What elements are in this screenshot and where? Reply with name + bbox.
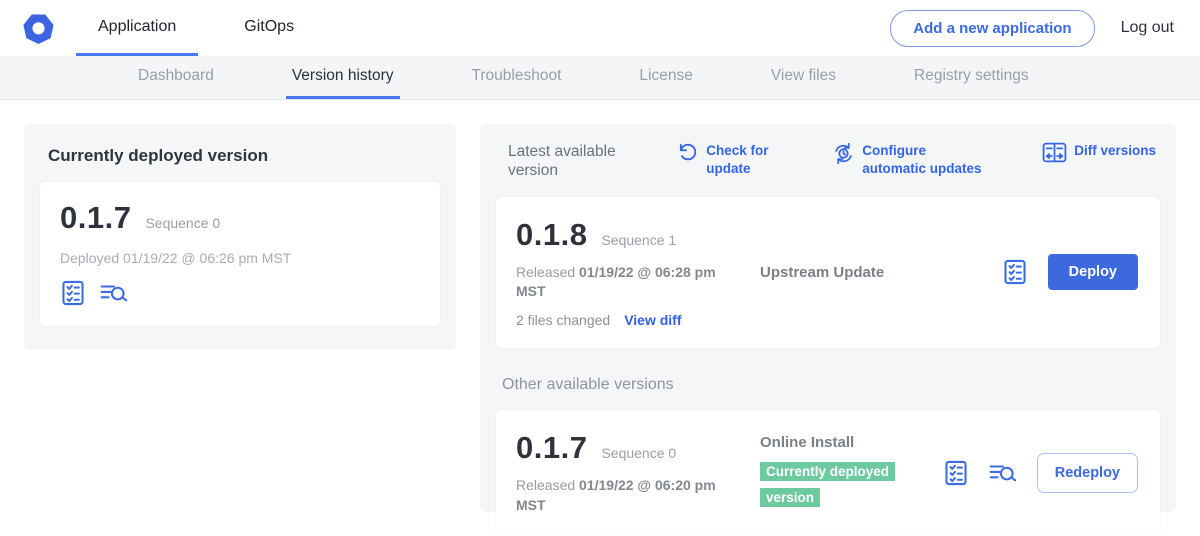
diff-versions-label: Diff versions — [1074, 142, 1156, 160]
subnav-tab-troubleshoot[interactable]: Troubleshoot — [466, 56, 568, 99]
latest-available-header: Latest available version Check for updat… — [496, 140, 1160, 181]
latest-version-source: Upstream Update — [760, 264, 1002, 281]
app-subnav: Dashboard Version history Troubleshoot L… — [0, 56, 1200, 100]
latest-version-sequence: Sequence 1 — [601, 232, 676, 248]
view-logs-icon[interactable] — [100, 280, 128, 306]
subnav-tab-view-files[interactable]: View files — [765, 56, 842, 99]
check-for-update-label: Check for update — [706, 142, 780, 177]
diff-versions-action[interactable]: Diff versions — [1042, 142, 1156, 163]
latest-available-title: Latest available version — [508, 142, 638, 181]
header-tabs: Application GitOps — [76, 0, 316, 56]
current-version-number: 0.1.7 — [60, 200, 131, 236]
logo-heptagon-icon — [22, 12, 55, 45]
subnav-tab-license[interactable]: License — [633, 56, 698, 99]
subnav-tab-version-history[interactable]: Version history — [286, 56, 400, 99]
top-header: Application GitOps Add a new application… — [0, 0, 1200, 56]
view-diff-link[interactable]: View diff — [624, 312, 681, 328]
configure-automatic-updates-label: Configure automatic updates — [862, 142, 990, 177]
version-history-panel: Latest available version Check for updat… — [480, 124, 1176, 512]
logout-link[interactable]: Log out — [1121, 19, 1174, 37]
configure-automatic-updates-action[interactable]: Configure automatic updates — [832, 142, 990, 177]
other-version-sequence: Sequence 0 — [601, 445, 676, 461]
preflight-checks-icon[interactable] — [943, 460, 969, 486]
redeploy-button[interactable]: Redeploy — [1037, 453, 1138, 493]
tab-gitops[interactable]: GitOps — [222, 0, 316, 56]
currently-deployed-panel: Currently deployed version 0.1.7 Sequenc… — [24, 124, 456, 350]
main-content: Currently deployed version 0.1.7 Sequenc… — [0, 100, 1200, 536]
files-changed-label: 2 files changed — [516, 312, 610, 328]
view-logs-icon[interactable] — [989, 460, 1017, 486]
preflight-checks-icon[interactable] — [1002, 259, 1028, 285]
subnav-tab-dashboard[interactable]: Dashboard — [132, 56, 220, 99]
header-right: Add a new application Log out — [890, 0, 1200, 56]
refresh-icon — [677, 142, 699, 164]
preflight-checks-icon[interactable] — [60, 280, 86, 306]
deploy-button[interactable]: Deploy — [1048, 254, 1138, 290]
latest-version-released: Released 01/19/22 @ 06:28 pm MST — [516, 263, 726, 302]
current-version-sequence: Sequence 0 — [145, 215, 220, 231]
check-for-update-action[interactable]: Check for update — [677, 142, 780, 177]
app-logo[interactable] — [0, 0, 76, 56]
other-version-card: 0.1.7 Sequence 0 Released 01/19/22 @ 06:… — [496, 410, 1160, 535]
currently-deployed-title: Currently deployed version — [48, 146, 440, 166]
tab-application[interactable]: Application — [76, 0, 198, 56]
other-available-versions-header: Other available versions — [502, 376, 1160, 394]
latest-version-card: 0.1.8 Sequence 1 Released 01/19/22 @ 06:… — [496, 197, 1160, 348]
other-version-source: Online Install — [760, 434, 943, 451]
other-version-number: 0.1.7 — [516, 430, 587, 466]
current-version-deployed-date: Deployed 01/19/22 @ 06:26 pm MST — [60, 250, 420, 266]
current-version-card: 0.1.7 Sequence 0 Deployed 01/19/22 @ 06:… — [40, 182, 440, 326]
version-actions: Check for update Configure automatic upd… — [677, 142, 1160, 177]
subnav-tab-registry-settings[interactable]: Registry settings — [908, 56, 1035, 99]
latest-version-number: 0.1.8 — [516, 217, 587, 253]
schedule-update-icon — [832, 142, 855, 165]
add-new-application-button[interactable]: Add a new application — [890, 10, 1094, 47]
currently-deployed-badge: Currently deployed version — [760, 462, 895, 507]
diff-icon — [1042, 142, 1067, 163]
other-version-released: Released 01/19/22 @ 06:20 pm MST — [516, 476, 726, 515]
